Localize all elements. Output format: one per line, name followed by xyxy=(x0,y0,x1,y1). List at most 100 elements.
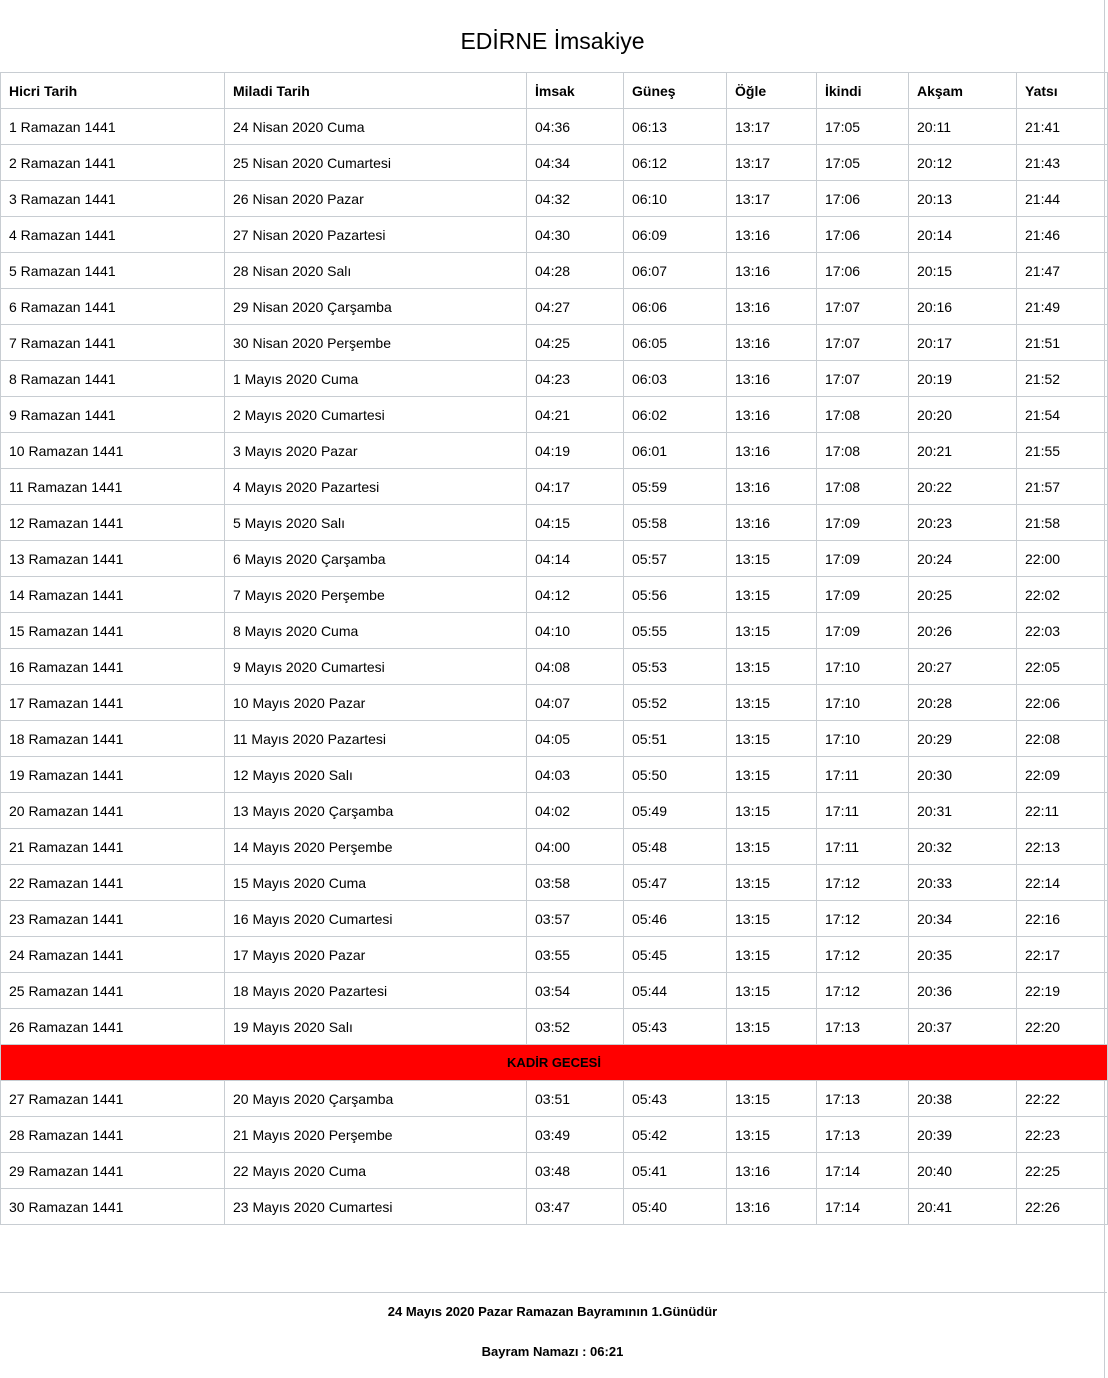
bayram-note: 24 Mayıs 2020 Pazar Ramazan Bayramının 1… xyxy=(387,1304,718,1319)
ikindi-cell: 17:09 xyxy=(816,504,909,541)
table-row: 14 Ramazan 1441 7 Mayıs 2020 Perşembe 04:1… xyxy=(0,576,1108,613)
header-ogle: Öğle xyxy=(726,72,817,109)
hicri-tarih-cell: 12 Ramazan 1441 xyxy=(0,504,225,541)
table-row: 6 Ramazan 1441 29 Nisan 2020 Çarşamba 04:2… xyxy=(0,288,1108,325)
ogle-cell: 13:16 xyxy=(726,252,817,289)
aksam-cell: 20:35 xyxy=(908,936,1017,973)
imsak-cell: 03:49 xyxy=(526,1116,624,1153)
table-body-after: 27 Ramazan 1441 20 Mayıs 2020 Çarşamba 03:… xyxy=(0,1080,1108,1225)
header-row: Hicri Tarih Miladi Tarih İmsak Güneş Öğl… xyxy=(0,72,1108,109)
aksam-cell: 20:12 xyxy=(908,144,1017,181)
hicri-tarih-cell: 24 Ramazan 1441 xyxy=(0,936,225,973)
miladi-tarih-cell: 18 Mayıs 2020 Pazartesi xyxy=(224,972,527,1009)
ikindi-cell: 17:13 xyxy=(816,1008,909,1045)
gunes-cell: 05:49 xyxy=(623,792,727,829)
page-title: EDİRNE İmsakiye xyxy=(460,28,645,54)
footer-divider xyxy=(0,1292,1107,1293)
ogle-cell: 13:16 xyxy=(726,432,817,469)
ogle-cell: 13:16 xyxy=(726,216,817,253)
aksam-cell: 20:25 xyxy=(908,576,1017,613)
ogle-cell: 13:16 xyxy=(726,360,817,397)
ogle-cell: 13:17 xyxy=(726,108,817,145)
imsak-cell: 04:34 xyxy=(526,144,624,181)
miladi-tarih-cell: 17 Mayıs 2020 Pazar xyxy=(224,936,527,973)
kadir-section: KADİR GECESİ xyxy=(0,1044,1108,1081)
yatsi-cell: 22:06 xyxy=(1016,684,1108,721)
table-row: 11 Ramazan 1441 4 Mayıs 2020 Pazartesi 04:… xyxy=(0,468,1108,505)
ikindi-cell: 17:14 xyxy=(816,1188,909,1225)
ogle-cell: 13:15 xyxy=(726,1116,817,1153)
hicri-tarih-cell: 28 Ramazan 1441 xyxy=(0,1116,225,1153)
table-row: 18 Ramazan 1441 11 Mayıs 2020 Pazartesi 04… xyxy=(0,720,1108,757)
aksam-cell: 20:39 xyxy=(908,1116,1017,1153)
ikindi-cell: 17:10 xyxy=(816,648,909,685)
aksam-cell: 20:40 xyxy=(908,1152,1017,1189)
ogle-cell: 13:15 xyxy=(726,648,817,685)
gunes-cell: 05:40 xyxy=(623,1188,727,1225)
ikindi-cell: 17:10 xyxy=(816,684,909,721)
header-yatsi: Yatsı xyxy=(1016,72,1108,109)
aksam-cell: 20:17 xyxy=(908,324,1017,361)
yatsi-cell: 22:19 xyxy=(1016,972,1108,1009)
header-aksam: Akşam xyxy=(908,72,1017,109)
ikindi-cell: 17:07 xyxy=(816,288,909,325)
miladi-tarih-cell: 21 Mayıs 2020 Perşembe xyxy=(224,1116,527,1153)
table-row: 4 Ramazan 1441 27 Nisan 2020 Pazartesi 04:… xyxy=(0,216,1108,253)
yatsi-cell: 21:44 xyxy=(1016,180,1108,217)
hicri-tarih-cell: 9 Ramazan 1441 xyxy=(0,396,225,433)
yatsi-cell: 22:23 xyxy=(1016,1116,1108,1153)
ogle-cell: 13:16 xyxy=(726,1188,817,1225)
ogle-cell: 13:15 xyxy=(726,1008,817,1045)
gunes-cell: 06:06 xyxy=(623,288,727,325)
ikindi-cell: 17:09 xyxy=(816,612,909,649)
ogle-cell: 13:15 xyxy=(726,792,817,829)
hicri-tarih-cell: 2 Ramazan 1441 xyxy=(0,144,225,181)
yatsi-cell: 22:03 xyxy=(1016,612,1108,649)
hicri-tarih-cell: 30 Ramazan 1441 xyxy=(0,1188,225,1225)
header-gunes: Güneş xyxy=(623,72,727,109)
hicri-tarih-cell: 6 Ramazan 1441 xyxy=(0,288,225,325)
ogle-cell: 13:15 xyxy=(726,1080,817,1117)
yatsi-cell: 22:20 xyxy=(1016,1008,1108,1045)
miladi-tarih-cell: 13 Mayıs 2020 Çarşamba xyxy=(224,792,527,829)
yatsi-cell: 21:54 xyxy=(1016,396,1108,433)
table-row: 3 Ramazan 1441 26 Nisan 2020 Pazar 04:32 06… xyxy=(0,180,1108,217)
hicri-tarih-cell: 5 Ramazan 1441 xyxy=(0,252,225,289)
imsak-cell: 04:36 xyxy=(526,108,624,145)
aksam-cell: 20:26 xyxy=(908,612,1017,649)
ikindi-cell: 17:13 xyxy=(816,1116,909,1153)
imsak-cell: 04:27 xyxy=(526,288,624,325)
aksam-cell: 20:15 xyxy=(908,252,1017,289)
ogle-cell: 13:15 xyxy=(726,684,817,721)
miladi-tarih-cell: 20 Mayıs 2020 Çarşamba xyxy=(224,1080,527,1117)
table-row: 25 Ramazan 1441 18 Mayıs 2020 Pazartesi 03… xyxy=(0,972,1108,1009)
hicri-tarih-cell: 11 Ramazan 1441 xyxy=(0,468,225,505)
ogle-cell: 13:15 xyxy=(726,972,817,1009)
yatsi-cell: 22:14 xyxy=(1016,864,1108,901)
table-row: 19 Ramazan 1441 12 Mayıs 2020 Salı 04:03 05… xyxy=(0,756,1108,793)
imsak-cell: 04:19 xyxy=(526,432,624,469)
ogle-cell: 13:17 xyxy=(726,180,817,217)
miladi-tarih-cell: 19 Mayıs 2020 Salı xyxy=(224,1008,527,1045)
table-row: 26 Ramazan 1441 19 Mayıs 2020 Salı 03:52 05… xyxy=(0,1008,1108,1045)
ikindi-cell: 17:12 xyxy=(816,864,909,901)
miladi-tarih-cell: 30 Nisan 2020 Perşembe xyxy=(224,324,527,361)
yatsi-cell: 22:02 xyxy=(1016,576,1108,613)
yatsi-cell: 21:43 xyxy=(1016,144,1108,181)
table-row: 9 Ramazan 1441 2 Mayıs 2020 Cumartesi 04:2… xyxy=(0,396,1108,433)
table-row: 13 Ramazan 1441 6 Mayıs 2020 Çarşamba 04:1… xyxy=(0,540,1108,577)
aksam-cell: 20:24 xyxy=(908,540,1017,577)
imsak-cell: 04:05 xyxy=(526,720,624,757)
hicri-tarih-cell: 3 Ramazan 1441 xyxy=(0,180,225,217)
ikindi-cell: 17:11 xyxy=(816,828,909,865)
ogle-cell: 13:15 xyxy=(726,828,817,865)
gunes-cell: 05:59 xyxy=(623,468,727,505)
ogle-cell: 13:15 xyxy=(726,612,817,649)
imsak-cell: 04:28 xyxy=(526,252,624,289)
ikindi-cell: 17:05 xyxy=(816,144,909,181)
ogle-cell: 13:15 xyxy=(726,900,817,937)
table-row: 29 Ramazan 1441 22 Mayıs 2020 Cuma 03:48 05… xyxy=(0,1152,1108,1189)
miladi-tarih-cell: 10 Mayıs 2020 Pazar xyxy=(224,684,527,721)
miladi-tarih-cell: 8 Mayıs 2020 Cuma xyxy=(224,612,527,649)
ogle-cell: 13:15 xyxy=(726,576,817,613)
